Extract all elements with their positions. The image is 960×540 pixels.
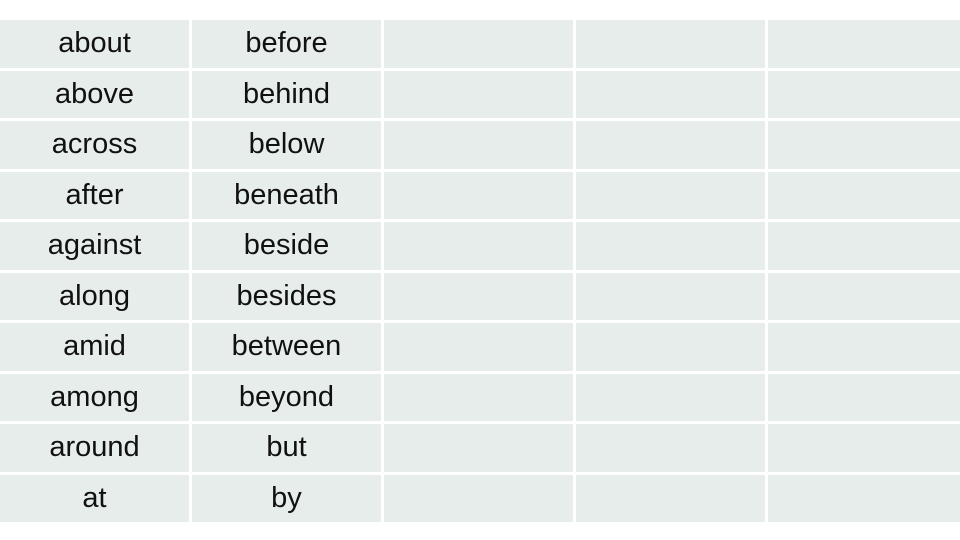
- table-row: along besides: [0, 272, 960, 323]
- empty-table-cell: [768, 424, 960, 475]
- table-cell: around: [0, 424, 192, 475]
- table-cell: beside: [192, 222, 384, 273]
- prepositions-table: about before above behind across below after be…: [0, 20, 960, 522]
- table-cell: at: [0, 474, 192, 522]
- empty-table-cell: [768, 373, 960, 424]
- empty-table-cell: [576, 171, 768, 222]
- empty-table-cell: [768, 222, 960, 273]
- table-cell: across: [0, 121, 192, 172]
- empty-table-cell: [384, 70, 576, 121]
- table-row: after beneath: [0, 171, 960, 222]
- empty-table-cell: [768, 70, 960, 121]
- table-row: amid between: [0, 323, 960, 374]
- empty-table-cell: [768, 272, 960, 323]
- table-cell: among: [0, 373, 192, 424]
- empty-table-cell: [384, 222, 576, 273]
- empty-table-cell: [768, 20, 960, 71]
- table-row: against beside: [0, 222, 960, 273]
- empty-table-cell: [576, 222, 768, 273]
- empty-table-cell: [768, 171, 960, 222]
- table-row: among beyond: [0, 373, 960, 424]
- empty-table-cell: [768, 121, 960, 172]
- empty-table-cell: [576, 474, 768, 522]
- table-cell: against: [0, 222, 192, 273]
- table-row: above behind: [0, 70, 960, 121]
- table-row: around but: [0, 424, 960, 475]
- empty-table-cell: [576, 20, 768, 71]
- empty-table-cell: [576, 323, 768, 374]
- empty-table-cell: [384, 323, 576, 374]
- table-cell: but: [192, 424, 384, 475]
- empty-table-cell: [576, 121, 768, 172]
- table-cell: beyond: [192, 373, 384, 424]
- table-cell: amid: [0, 323, 192, 374]
- empty-table-cell: [384, 272, 576, 323]
- empty-table-cell: [384, 20, 576, 71]
- empty-table-cell: [768, 474, 960, 522]
- table-cell: by: [192, 474, 384, 522]
- table-cell: below: [192, 121, 384, 172]
- table-cell: before: [192, 20, 384, 71]
- table-row: across below: [0, 121, 960, 172]
- table-cell: between: [192, 323, 384, 374]
- empty-table-cell: [576, 424, 768, 475]
- table-row: about before: [0, 20, 960, 71]
- empty-table-cell: [384, 424, 576, 475]
- table-cell: besides: [192, 272, 384, 323]
- table-cell: behind: [192, 70, 384, 121]
- empty-table-cell: [576, 272, 768, 323]
- table-cell: along: [0, 272, 192, 323]
- empty-table-cell: [384, 121, 576, 172]
- table-cell: about: [0, 20, 192, 71]
- empty-table-cell: [576, 373, 768, 424]
- table-cell: beneath: [192, 171, 384, 222]
- table-body: about before above behind across below after be…: [0, 20, 960, 522]
- empty-table-cell: [576, 70, 768, 121]
- empty-table-cell: [384, 474, 576, 522]
- table-cell: after: [0, 171, 192, 222]
- empty-table-cell: [384, 373, 576, 424]
- empty-table-cell: [768, 323, 960, 374]
- table-row: at by: [0, 474, 960, 522]
- table-cell: above: [0, 70, 192, 121]
- empty-table-cell: [384, 171, 576, 222]
